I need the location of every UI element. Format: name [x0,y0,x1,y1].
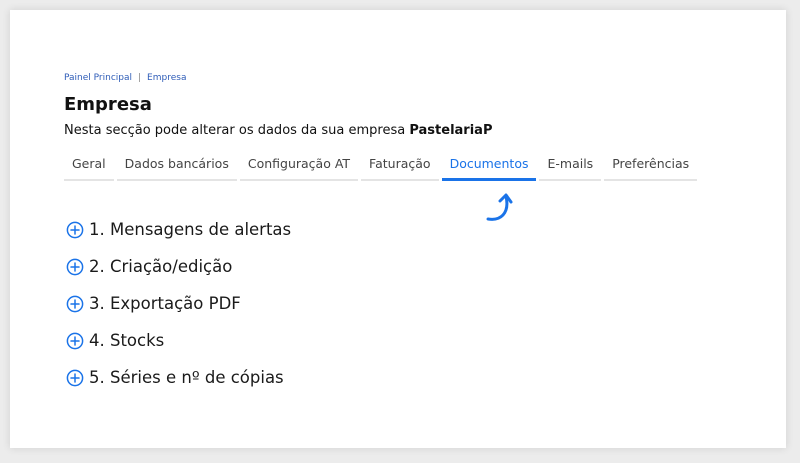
tab-bar: Geral Dados bancários Configuração AT Fa… [64,153,698,181]
section-label: 5. Séries e nº de cópias [89,368,284,387]
breadcrumb-separator: | [138,73,142,83]
section-exportacao-pdf[interactable]: 3. Exportação PDF [66,285,291,322]
tab-geral[interactable]: Geral [64,153,114,181]
plus-circle-icon[interactable] [66,295,84,313]
tab-documentos[interactable]: Documentos [441,153,537,181]
tab-faturacao[interactable]: Faturação [361,153,439,181]
breadcrumb: Painel Principal | Empresa [64,73,186,83]
settings-card: Painel Principal | Empresa Empresa Nesta… [10,10,786,448]
section-label: 3. Exportação PDF [89,294,241,313]
breadcrumb-home-link[interactable]: Painel Principal [64,73,132,83]
company-name: PastelariaP [409,123,493,138]
page-subtitle: Nesta secção pode alterar os dados da su… [64,123,492,138]
tab-e-mails[interactable]: E-mails [539,153,602,181]
tab-configuracao-at[interactable]: Configuração AT [239,153,359,181]
settings-sections: 1. Mensagens de alertas 2. Criação/ediçã… [66,211,291,396]
plus-circle-icon[interactable] [66,258,84,276]
curved-arrow-icon [486,193,513,221]
plus-circle-icon[interactable] [66,332,84,350]
subtitle-text: Nesta secção pode alterar os dados da su… [64,123,406,138]
section-criacao-edicao[interactable]: 2. Criação/edição [66,248,291,285]
section-label: 1. Mensagens de alertas [89,220,292,239]
tab-preferencias[interactable]: Preferências [604,153,698,181]
breadcrumb-current-link[interactable]: Empresa [147,73,186,83]
section-series-e-copias[interactable]: 5. Séries e nº de cópias [66,359,291,396]
section-label: 2. Criação/edição [89,257,233,276]
section-label: 4. Stocks [89,331,165,350]
section-mensagens-de-alertas[interactable]: 1. Mensagens de alertas [66,211,291,248]
tab-dados-bancarios[interactable]: Dados bancários [116,153,237,181]
page-title: Empresa [64,94,152,115]
plus-circle-icon[interactable] [66,221,84,239]
section-stocks[interactable]: 4. Stocks [66,322,291,359]
plus-circle-icon[interactable] [66,369,84,387]
